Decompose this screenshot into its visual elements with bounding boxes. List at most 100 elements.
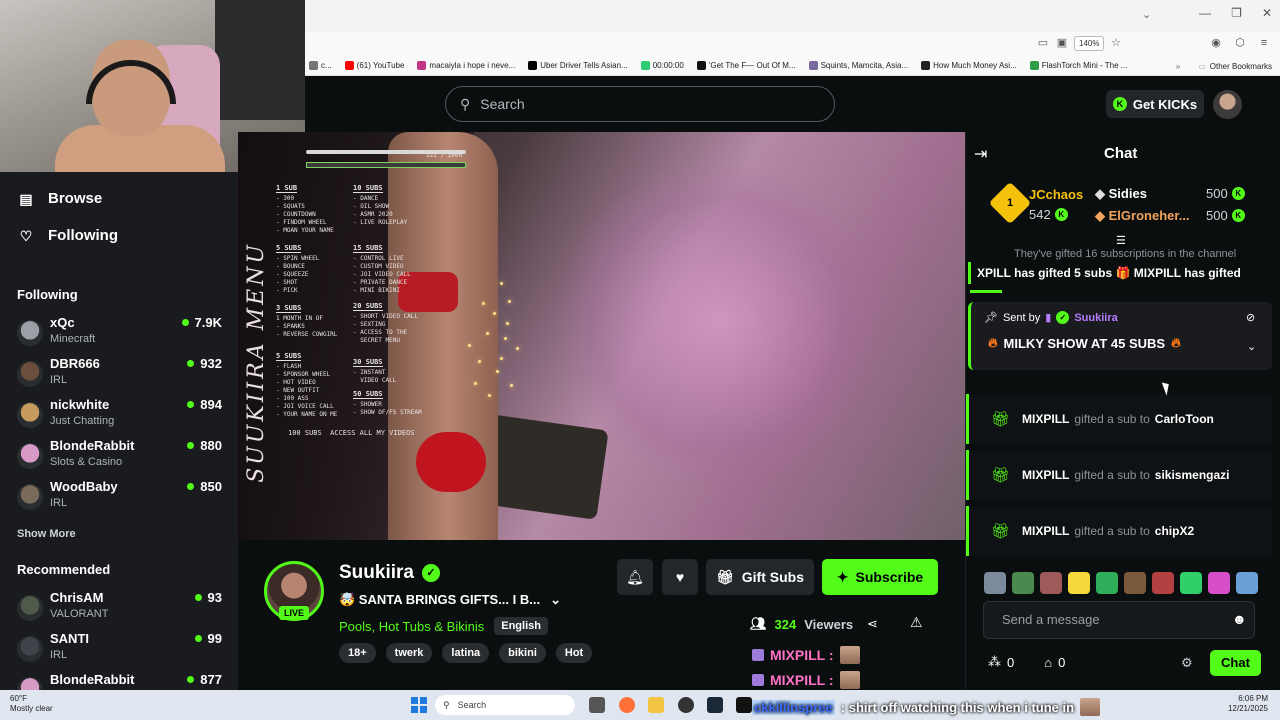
bookmark-item[interactable]: Uber Driver Tells Asian...: [528, 61, 628, 70]
report-icon[interactable]: ⚠: [910, 614, 923, 631]
other-bookmarks[interactable]: » ▭ Other Bookmarks: [1176, 56, 1272, 75]
stream-tag[interactable]: Hot: [555, 643, 593, 663]
emote-icon[interactable]: [1040, 572, 1062, 594]
gifter-name[interactable]: MIXPILL: [1022, 412, 1069, 426]
menu-icon[interactable]: ≡: [1257, 36, 1271, 50]
notify-button[interactable]: 🔔︎: [617, 559, 653, 595]
bookmark-item[interactable]: 00:00:00: [640, 61, 684, 70]
bookmark-item[interactable]: 'Get The F— Out Of M...: [696, 61, 796, 70]
streamer-name[interactable]: Suukiira: [339, 562, 414, 584]
search-input[interactable]: ⚲ Search: [445, 86, 835, 122]
extensions-icon[interactable]: ⬡: [1233, 36, 1247, 50]
user-avatar[interactable]: [1213, 90, 1242, 119]
gift-icon: 🎁︎: [991, 467, 1011, 484]
cast-icon[interactable]: ▣: [1055, 36, 1069, 50]
sidebar-channel[interactable]: xQc Minecraft 7.9K: [17, 315, 222, 355]
emoji-picker-icon[interactable]: ☻: [1232, 611, 1247, 627]
emote-icon[interactable]: [1236, 572, 1258, 594]
bookmark-item[interactable]: How Much Money Asi...: [921, 61, 1017, 70]
share-icon[interactable]: ⋖: [867, 616, 878, 632]
bookmark-item[interactable]: c...: [309, 61, 332, 70]
points-icon[interactable]: ⁂: [988, 654, 1001, 670]
stream-tag[interactable]: twerk: [385, 643, 433, 663]
chat-settings-icon[interactable]: ⚙: [1181, 655, 1193, 671]
leader-1-name[interactable]: JCchaos: [1029, 187, 1083, 202]
channel-name: nickwhite: [50, 397, 110, 412]
emote-icon[interactable]: [1180, 572, 1202, 594]
taskbar-search[interactable]: ⚲ Search: [435, 695, 575, 715]
emote-icon[interactable]: [984, 572, 1006, 594]
hide-pin-icon[interactable]: ⊘: [1246, 311, 1255, 324]
language-badge[interactable]: English: [494, 617, 548, 635]
stream-tag[interactable]: 18+: [339, 643, 376, 663]
app-icon[interactable]: [736, 697, 752, 713]
category-link[interactable]: Pools, Hot Tubs & Bikinis: [339, 619, 484, 634]
profile-icon[interactable]: ◉: [1209, 36, 1223, 50]
weather-widget[interactable]: 60°F Mostly clear: [10, 694, 53, 714]
store-icon[interactable]: ⌂: [1044, 655, 1052, 670]
bookmark-star-icon[interactable]: ☆: [1109, 36, 1123, 50]
recipient-name[interactable]: chipX2: [1155, 524, 1194, 538]
bookmark-item[interactable]: FlashTorch Mini - The ...: [1029, 61, 1127, 70]
show-more-button[interactable]: Show More: [17, 528, 76, 540]
expand-leaderboard-icon[interactable]: ☰: [1116, 234, 1126, 247]
subscribe-button[interactable]: ✦ Subscribe: [822, 559, 938, 595]
zoom-badge[interactable]: 140%: [1074, 36, 1105, 51]
chat-message-input[interactable]: Send a message: [983, 601, 1255, 639]
video-player[interactable]: 222 / 1000 SUUKIIRA MENU 1 SUB - 300 - SQ…: [238, 132, 965, 540]
follow-button[interactable]: ♥: [662, 559, 698, 595]
gifter-name[interactable]: MIXPILL: [1022, 468, 1069, 482]
emote-icon[interactable]: [1096, 572, 1118, 594]
live-dot-icon: [187, 483, 195, 490]
sidebar-channel[interactable]: BlondeRabbit Slots & Casino 880: [17, 438, 222, 478]
collapse-chat-icon[interactable]: ⇥: [974, 144, 987, 164]
emote-icon[interactable]: [1124, 572, 1146, 594]
gifter-name[interactable]: MIXPILL: [1022, 524, 1069, 538]
bookmark-item[interactable]: Squints, Mamcita, Asia...: [808, 61, 908, 70]
recipient-name[interactable]: CarloToon: [1155, 412, 1214, 426]
sparkle-light: [488, 394, 491, 397]
app-icon[interactable]: [678, 697, 694, 713]
sidebar-channel[interactable]: WoodBaby IRL 850: [17, 479, 222, 519]
address-bar[interactable]: [305, 32, 1280, 56]
send-chat-button[interactable]: Chat: [1210, 650, 1261, 676]
emote-icon[interactable]: [1012, 572, 1034, 594]
chevron-down-icon[interactable]: ⌄: [550, 592, 561, 608]
screenshot-icon[interactable]: ▭: [1036, 36, 1050, 50]
file-explorer-icon[interactable]: [648, 697, 664, 713]
sidebar-channel[interactable]: DBR666 IRL 932: [17, 356, 222, 396]
steam-icon[interactable]: [707, 697, 723, 713]
sidebar-channel[interactable]: SANTI IRL 99: [17, 631, 222, 671]
minimize-icon[interactable]: —: [1199, 6, 1211, 20]
chevron-down-icon[interactable]: ⌄: [1247, 340, 1256, 353]
nav-following[interactable]: ♡ Following: [18, 227, 118, 244]
taskbar-clock[interactable]: 6:06 PM 12/21/2025: [1228, 694, 1268, 714]
leader-3-row[interactable]: ◆ ElGroneher...: [1095, 208, 1190, 224]
weather-desc: Mostly clear: [10, 704, 53, 713]
chat-footer: ⁂ 0 ⌂ 0: [988, 654, 1065, 670]
restore-icon[interactable]: ❐: [1231, 6, 1242, 20]
stream-tag[interactable]: bikini: [499, 643, 546, 663]
menu-tier-heading: 15 SUBS: [353, 244, 383, 253]
emote-icon[interactable]: [1152, 572, 1174, 594]
get-kicks-button[interactable]: K Get KICKs: [1106, 90, 1204, 118]
close-icon[interactable]: ✕: [1262, 6, 1272, 20]
sidebar-channel[interactable]: ChrisAM VALORANT 93: [17, 590, 222, 630]
recipient-name[interactable]: sikismengazi: [1155, 468, 1230, 482]
emote-icon[interactable]: [1068, 572, 1090, 594]
bookmark-item[interactable]: (61) YouTube: [344, 61, 404, 70]
nav-browse[interactable]: ▤ Browse: [18, 190, 102, 207]
bookmark-item[interactable]: macaiyla i hope i neve...: [417, 61, 515, 70]
emote-icon[interactable]: [1208, 572, 1230, 594]
leader-2-row[interactable]: ◆ Sidies: [1095, 186, 1147, 202]
windows-start-icon[interactable]: [411, 697, 427, 713]
pinned-user[interactable]: Suukiira: [1074, 312, 1117, 324]
stream-tag[interactable]: latina: [442, 643, 490, 663]
task-view-icon[interactable]: [589, 697, 605, 713]
channel-viewer-count: 880: [200, 438, 222, 453]
sidebar-channel[interactable]: nickwhite Just Chatting 894: [17, 397, 222, 437]
gift-subs-button[interactable]: 🎁︎ Gift Subs: [706, 559, 814, 595]
tab-list-icon[interactable]: ⌄: [1142, 8, 1151, 21]
chevron-right-icon[interactable]: »: [1176, 62, 1180, 71]
firefox-icon[interactable]: [619, 697, 635, 713]
